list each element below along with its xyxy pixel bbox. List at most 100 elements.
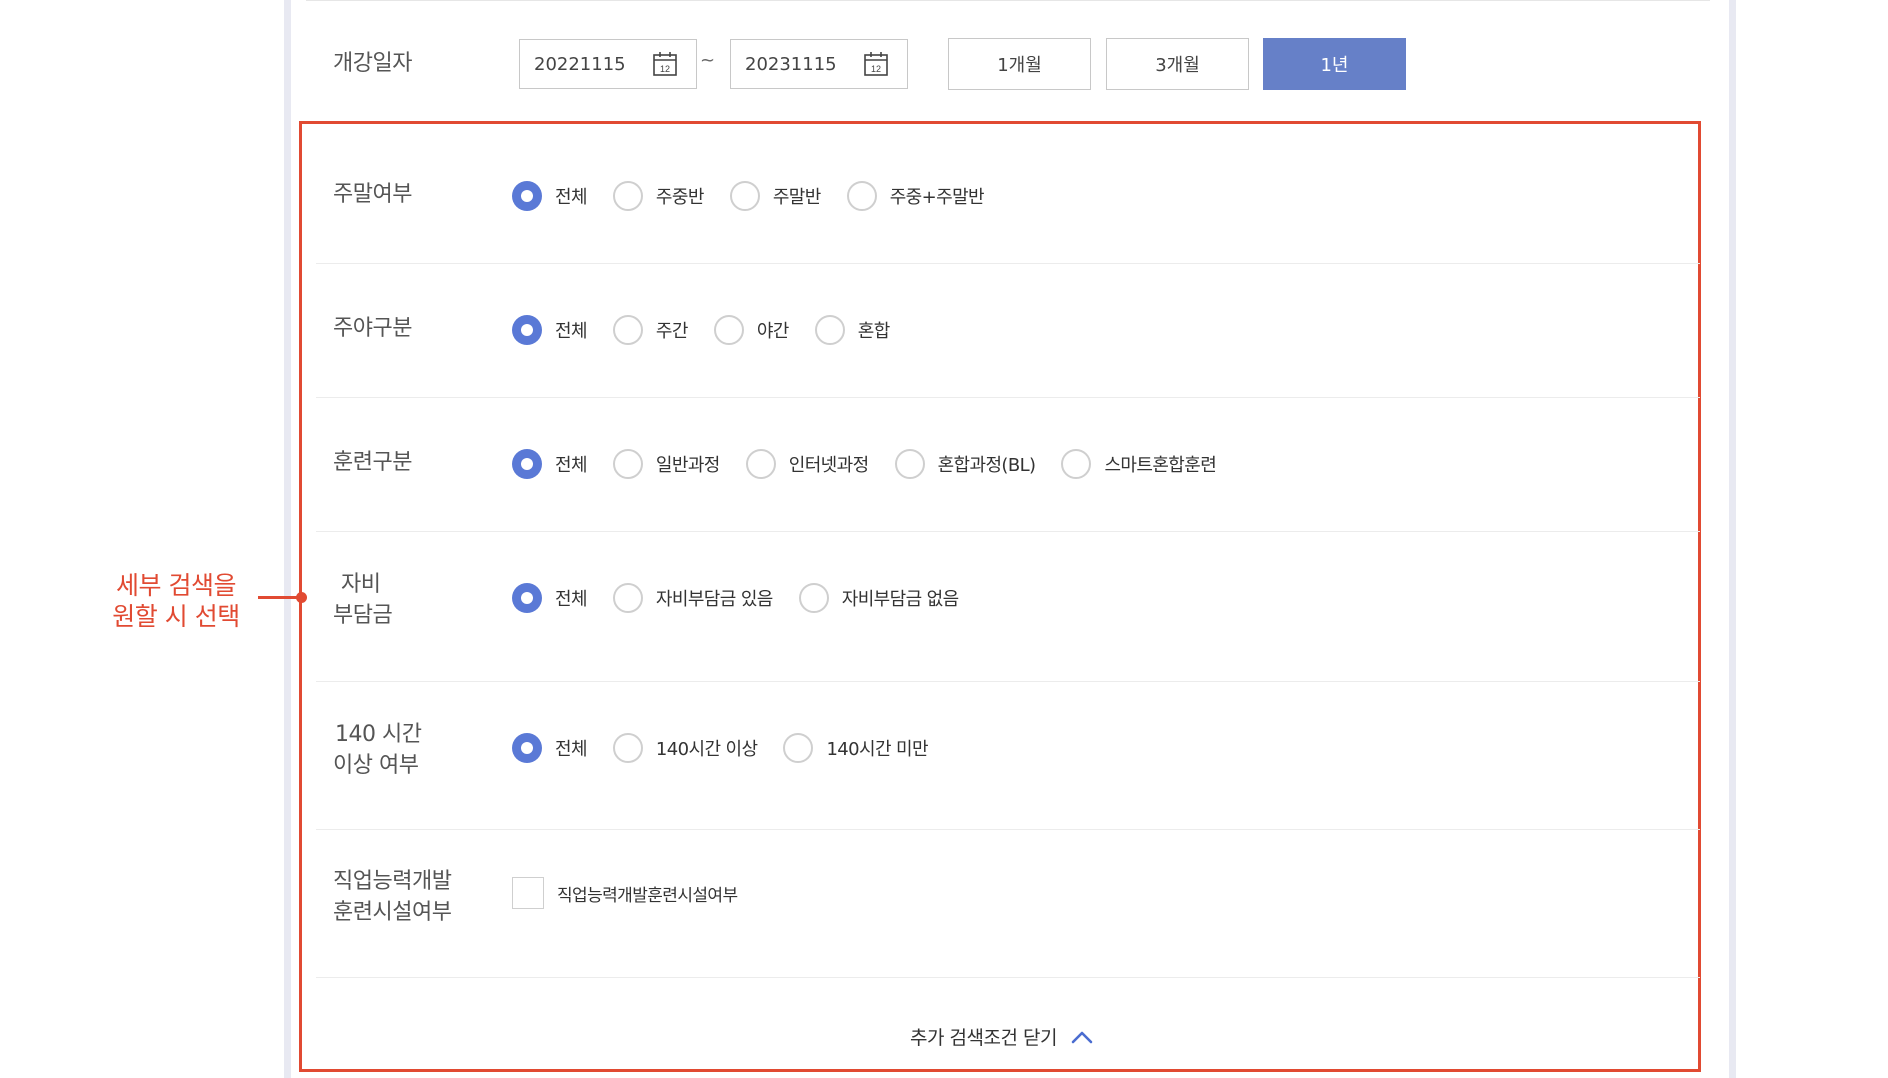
training-type-filter-label: 훈련구분 bbox=[333, 450, 412, 475]
radio-button[interactable] bbox=[713, 315, 744, 345]
radio-option[interactable]: 140시간 이상 bbox=[612, 733, 758, 763]
daynight-filter-label: 주야구분 bbox=[333, 316, 412, 341]
start-date-value: 20221115 bbox=[534, 53, 626, 75]
date-separator: ~ bbox=[700, 50, 716, 71]
radio-button[interactable] bbox=[512, 583, 542, 613]
facility-filter-options: 직업능력개발훈련시설여부 bbox=[512, 875, 763, 911]
row-divider bbox=[316, 531, 1700, 532]
radio-label: 주중+주말반 bbox=[889, 187, 985, 208]
radio-label: 주말반 bbox=[772, 187, 821, 208]
calendar-icon[interactable]: 12 bbox=[863, 51, 889, 77]
self-pay-filter-options: 전체 자비부담금 있음 자비부담금 없음 bbox=[512, 580, 985, 616]
radio-option[interactable]: 주중+주말반 bbox=[846, 181, 985, 211]
self-pay-filter-label-line2: 부담금 bbox=[333, 603, 393, 628]
radio-option[interactable]: 주중반 bbox=[612, 181, 704, 211]
training-type-filter-options: 전체 일반과정 인터넷과정 혼합과정(BL) 스마트혼합훈련 bbox=[512, 446, 1242, 482]
radio-option[interactable]: 야간 bbox=[713, 315, 790, 345]
radio-button[interactable] bbox=[612, 181, 643, 211]
radio-button[interactable] bbox=[612, 315, 643, 345]
end-date-input[interactable]: 20231115 12 bbox=[730, 39, 908, 89]
radio-button[interactable] bbox=[1061, 449, 1092, 479]
close-link-label: 추가 검색조건 닫기 bbox=[910, 1027, 1057, 1049]
annotation-leader-line bbox=[258, 596, 300, 599]
radio-option[interactable]: 인터넷과정 bbox=[745, 449, 869, 479]
radio-option[interactable]: 주간 bbox=[612, 315, 689, 345]
radio-label: 전체 bbox=[555, 589, 588, 610]
radio-button[interactable] bbox=[512, 449, 542, 479]
facility-checkbox[interactable] bbox=[512, 877, 544, 909]
checkbox-label: 직업능력개발훈련시설여부 bbox=[557, 885, 738, 906]
radio-option[interactable]: 자비부담금 없음 bbox=[798, 583, 959, 613]
panel-left-border bbox=[284, 0, 291, 1078]
radio-label: 주간 bbox=[655, 321, 689, 342]
radio-button[interactable] bbox=[745, 449, 776, 479]
radio-label: 일반과정 bbox=[655, 455, 720, 476]
radio-label: 스마트혼합훈련 bbox=[1104, 455, 1217, 476]
radio-button[interactable] bbox=[612, 583, 643, 613]
radio-label: 자비부담금 있음 bbox=[655, 589, 773, 610]
svg-text:12: 12 bbox=[660, 64, 670, 74]
radio-button[interactable] bbox=[798, 583, 829, 613]
radio-label: 전체 bbox=[555, 187, 588, 208]
start-date-input[interactable]: 20221115 12 bbox=[519, 39, 697, 89]
radio-button[interactable] bbox=[729, 181, 760, 211]
hours-filter-options: 전체 140시간 이상 140시간 미만 bbox=[512, 730, 954, 766]
row-divider bbox=[316, 397, 1700, 398]
radio-label: 혼합과정(BL) bbox=[937, 455, 1036, 476]
period-3month-button[interactable]: 3개월 bbox=[1106, 38, 1249, 90]
radio-label: 자비부담금 없음 bbox=[841, 589, 959, 610]
radio-label: 전체 bbox=[555, 321, 588, 342]
radio-button[interactable] bbox=[612, 733, 643, 763]
top-divider bbox=[306, 0, 1710, 1]
radio-button[interactable] bbox=[894, 449, 925, 479]
radio-button[interactable] bbox=[783, 733, 814, 763]
radio-option[interactable]: 전체 bbox=[512, 733, 588, 763]
close-additional-filters-button[interactable]: 추가 검색조건 닫기 bbox=[910, 1023, 1093, 1050]
weekend-filter-label: 주말여부 bbox=[333, 182, 412, 207]
radio-button[interactable] bbox=[512, 733, 542, 763]
row-divider bbox=[316, 681, 1700, 682]
radio-label: 혼합 bbox=[857, 321, 891, 342]
radio-option[interactable]: 스마트혼합훈련 bbox=[1061, 449, 1217, 479]
radio-button[interactable] bbox=[512, 315, 542, 345]
period-1month-button[interactable]: 1개월 bbox=[948, 38, 1091, 90]
annotation-line2: 원할 시 선택 bbox=[112, 602, 240, 631]
svg-text:12: 12 bbox=[871, 64, 881, 74]
radio-option[interactable]: 전체 bbox=[512, 449, 588, 479]
radio-button[interactable] bbox=[814, 315, 845, 345]
calendar-icon[interactable]: 12 bbox=[652, 51, 678, 77]
facility-filter-label-line2: 훈련시설여부 bbox=[333, 900, 452, 925]
radio-label: 야간 bbox=[756, 321, 790, 342]
radio-option[interactable]: 혼합과정(BL) bbox=[894, 449, 1036, 479]
period-1year-button[interactable]: 1년 bbox=[1263, 38, 1406, 90]
radio-option[interactable]: 주말반 bbox=[729, 181, 821, 211]
radio-label: 140시간 미만 bbox=[826, 739, 928, 760]
annotation-dot bbox=[296, 592, 307, 603]
radio-label: 전체 bbox=[555, 739, 588, 760]
radio-option[interactable]: 혼합 bbox=[814, 315, 891, 345]
annotation-callout: 세부 검색을 원할 시 선택 bbox=[96, 570, 256, 632]
end-date-value: 20231115 bbox=[745, 53, 837, 75]
radio-button[interactable] bbox=[612, 449, 643, 479]
radio-option[interactable]: 자비부담금 있음 bbox=[612, 583, 773, 613]
row-divider bbox=[316, 263, 1700, 264]
hours-filter-label-line2: 이상 여부 bbox=[333, 753, 419, 778]
checkbox-option[interactable]: 직업능력개발훈련시설여부 bbox=[512, 877, 738, 909]
radio-option[interactable]: 전체 bbox=[512, 181, 588, 211]
radio-option[interactable]: 전체 bbox=[512, 315, 588, 345]
hours-filter-label-line1: 140 시간 bbox=[335, 722, 422, 747]
radio-label: 140시간 이상 bbox=[655, 739, 758, 760]
radio-option[interactable]: 140시간 미만 bbox=[783, 733, 929, 763]
radio-button[interactable] bbox=[846, 181, 877, 211]
row-divider bbox=[316, 829, 1700, 830]
radio-label: 전체 bbox=[555, 455, 588, 476]
radio-option[interactable]: 전체 bbox=[512, 583, 588, 613]
radio-option[interactable]: 일반과정 bbox=[612, 449, 720, 479]
daynight-filter-options: 전체 주간 야간 혼합 bbox=[512, 312, 916, 348]
radio-button[interactable] bbox=[512, 181, 542, 211]
self-pay-filter-label-line1: 자비 bbox=[341, 572, 381, 597]
radio-label: 인터넷과정 bbox=[788, 455, 869, 476]
date-row-label: 개강일자 bbox=[333, 51, 412, 76]
annotation-line1: 세부 검색을 bbox=[116, 571, 236, 600]
weekend-filter-options: 전체 주중반 주말반 주중+주말반 bbox=[512, 178, 1010, 214]
